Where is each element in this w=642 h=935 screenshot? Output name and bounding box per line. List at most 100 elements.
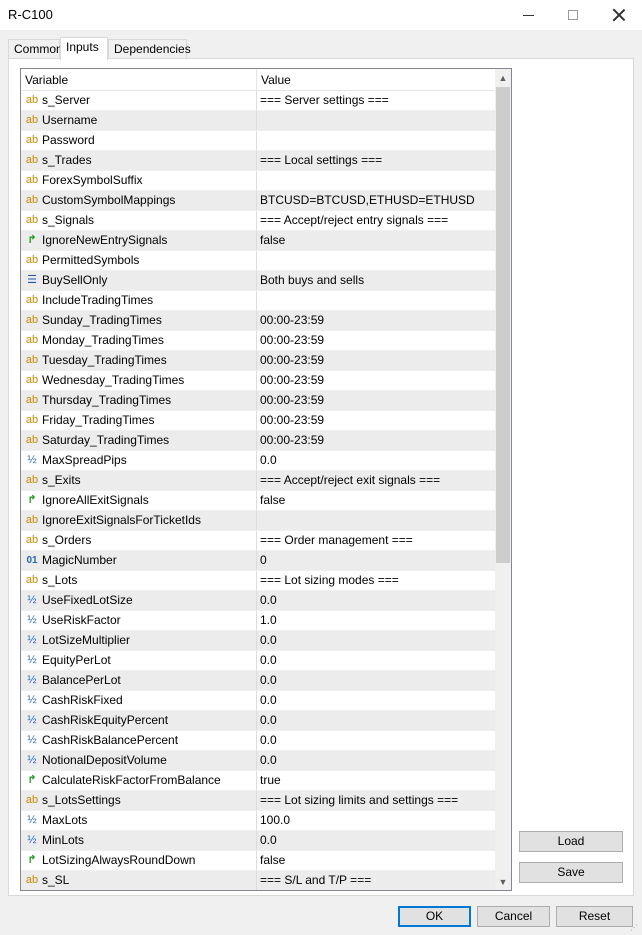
table-row[interactable]: ↱ CalculateRiskFactorFromBalance true [21,771,495,791]
value-cell[interactable]: Both buys and sells [257,271,495,290]
table-row[interactable]: ½ NotionalDepositVolume 0.0 [21,751,495,771]
value-cell[interactable]: 0.0 [257,671,495,690]
variable-cell[interactable]: ½ MinLots [21,831,257,850]
variable-cell[interactable]: ☰ BuySellOnly [21,271,257,290]
variable-cell[interactable]: ½ BalancePerLot [21,671,257,690]
ok-button[interactable]: OK [398,906,471,927]
table-row[interactable]: ½ CashRiskBalancePercent 0.0 [21,731,495,751]
table-row[interactable]: ab Password [21,131,495,151]
variable-cell[interactable]: ab s_Server [21,91,257,110]
table-row[interactable]: 01 MagicNumber 0 [21,551,495,571]
variable-cell[interactable]: ↱ IgnoreNewEntrySignals [21,231,257,250]
table-row[interactable]: ½ UseFixedLotSize 0.0 [21,591,495,611]
table-row[interactable]: ½ MinLots 0.0 [21,831,495,851]
value-cell[interactable]: === Lot sizing limits and settings === [257,791,495,810]
table-row[interactable]: ab Friday_TradingTimes 00:00-23:59 [21,411,495,431]
table-row[interactable]: ab Tuesday_TradingTimes 00:00-23:59 [21,351,495,371]
cancel-button[interactable]: Cancel [477,906,550,927]
tab-common[interactable]: Common [8,39,63,59]
value-cell[interactable]: === Lot sizing modes === [257,571,495,590]
table-row[interactable]: ½ CashRiskFixed 0.0 [21,691,495,711]
table-row[interactable]: ½ BalancePerLot 0.0 [21,671,495,691]
table-row[interactable]: ½ MaxSpreadPips 0.0 [21,451,495,471]
value-cell[interactable]: === S/L and T/P === [257,871,495,890]
value-cell[interactable]: false [257,851,495,870]
value-cell[interactable]: BTCUSD=BTCUSD,ETHUSD=ETHUSD [257,191,495,210]
column-header-variable[interactable]: Variable [21,69,257,91]
variable-cell[interactable]: ab s_SL [21,871,257,890]
vertical-scrollbar[interactable]: ▲ ▼ [495,69,511,890]
value-cell[interactable]: 1.0 [257,611,495,630]
scroll-down-arrow-icon[interactable]: ▼ [495,873,511,890]
table-row[interactable]: ab s_Signals === Accept/reject entry signa… [21,211,495,231]
value-cell[interactable]: 0.0 [257,711,495,730]
value-cell[interactable]: 0.0 [257,451,495,470]
value-cell[interactable]: 0.0 [257,731,495,750]
value-cell[interactable]: false [257,231,495,250]
value-cell[interactable]: === Accept/reject exit signals === [257,471,495,490]
variable-cell[interactable]: ab s_Lots [21,571,257,590]
variable-cell[interactable]: ½ CashRiskEquityPercent [21,711,257,730]
value-cell[interactable] [257,511,495,530]
variable-cell[interactable]: ½ LotSizeMultiplier [21,631,257,650]
value-cell[interactable]: 100.0 [257,811,495,830]
table-row[interactable]: ½ CashRiskEquityPercent 0.0 [21,711,495,731]
minimize-button[interactable] [505,0,551,30]
table-row[interactable]: ↱ LotSizingAlwaysRoundDown false [21,851,495,871]
value-cell[interactable]: 00:00-23:59 [257,331,495,350]
value-cell[interactable]: === Server settings === [257,91,495,110]
table-row[interactable]: ab s_Lots === Lot sizing modes === [21,571,495,591]
table-row[interactable]: ab s_Trades === Local settings === [21,151,495,171]
table-row[interactable]: ab Wednesday_TradingTimes 00:00-23:59 [21,371,495,391]
table-row[interactable]: ab CustomSymbolMappings BTCUSD=BTCUSD,ETHU… [21,191,495,211]
variable-cell[interactable]: ½ UseRiskFactor [21,611,257,630]
value-cell[interactable]: 00:00-23:59 [257,431,495,450]
scrollbar-thumb[interactable] [496,87,510,563]
value-cell[interactable] [257,291,495,310]
value-cell[interactable]: 0.0 [257,831,495,850]
save-button[interactable]: Save [519,862,623,883]
table-row[interactable]: ab ForexSymbolSuffix [21,171,495,191]
tab-dependencies[interactable]: Dependencies [108,39,191,59]
value-cell[interactable]: 0.0 [257,591,495,610]
reset-button[interactable]: Reset [556,906,633,927]
value-cell[interactable]: false [257,491,495,510]
variable-cell[interactable]: ab IncludeTradingTimes [21,291,257,310]
value-cell[interactable]: 0.0 [257,631,495,650]
variable-cell[interactable]: ½ CashRiskFixed [21,691,257,710]
variable-cell[interactable]: ½ EquityPerLot [21,651,257,670]
variable-cell[interactable]: ab Monday_TradingTimes [21,331,257,350]
table-row[interactable]: ½ EquityPerLot 0.0 [21,651,495,671]
value-cell[interactable] [257,251,495,270]
variable-cell[interactable]: ab Password [21,131,257,150]
variable-cell[interactable]: ab ForexSymbolSuffix [21,171,257,190]
variable-cell[interactable]: ↱ CalculateRiskFactorFromBalance [21,771,257,790]
variable-cell[interactable]: ↱ LotSizingAlwaysRoundDown [21,851,257,870]
variable-cell[interactable]: ab Thursday_TradingTimes [21,391,257,410]
table-row[interactable]: ab Thursday_TradingTimes 00:00-23:59 [21,391,495,411]
table-row[interactable]: ab IncludeTradingTimes [21,291,495,311]
table-row[interactable]: ab Monday_TradingTimes 00:00-23:59 [21,331,495,351]
value-cell[interactable]: 00:00-23:59 [257,311,495,330]
variable-cell[interactable]: ab Tuesday_TradingTimes [21,351,257,370]
value-cell[interactable]: 00:00-23:59 [257,371,495,390]
variable-cell[interactable]: ½ UseFixedLotSize [21,591,257,610]
value-cell[interactable] [257,131,495,150]
variable-cell[interactable]: ab s_Orders [21,531,257,550]
variable-cell[interactable]: ab s_Signals [21,211,257,230]
variable-cell[interactable]: ab CustomSymbolMappings [21,191,257,210]
value-cell[interactable]: 00:00-23:59 [257,391,495,410]
variable-cell[interactable]: ab s_LotsSettings [21,791,257,810]
variable-cell[interactable]: ab Username [21,111,257,130]
table-row[interactable]: ab PermittedSymbols [21,251,495,271]
table-row[interactable]: ↱ IgnoreNewEntrySignals false [21,231,495,251]
table-row[interactable]: ab s_SL === S/L and T/P === [21,871,495,890]
table-row[interactable]: ab s_Orders === Order management === [21,531,495,551]
load-button[interactable]: Load [519,831,623,852]
table-row[interactable]: ab s_Exits === Accept/reject exit signals … [21,471,495,491]
table-row[interactable]: ab Username [21,111,495,131]
variable-cell[interactable]: ↱ IgnoreAllExitSignals [21,491,257,510]
value-cell[interactable]: 0.0 [257,691,495,710]
variable-cell[interactable]: 01 MagicNumber [21,551,257,570]
close-button[interactable] [596,0,642,30]
